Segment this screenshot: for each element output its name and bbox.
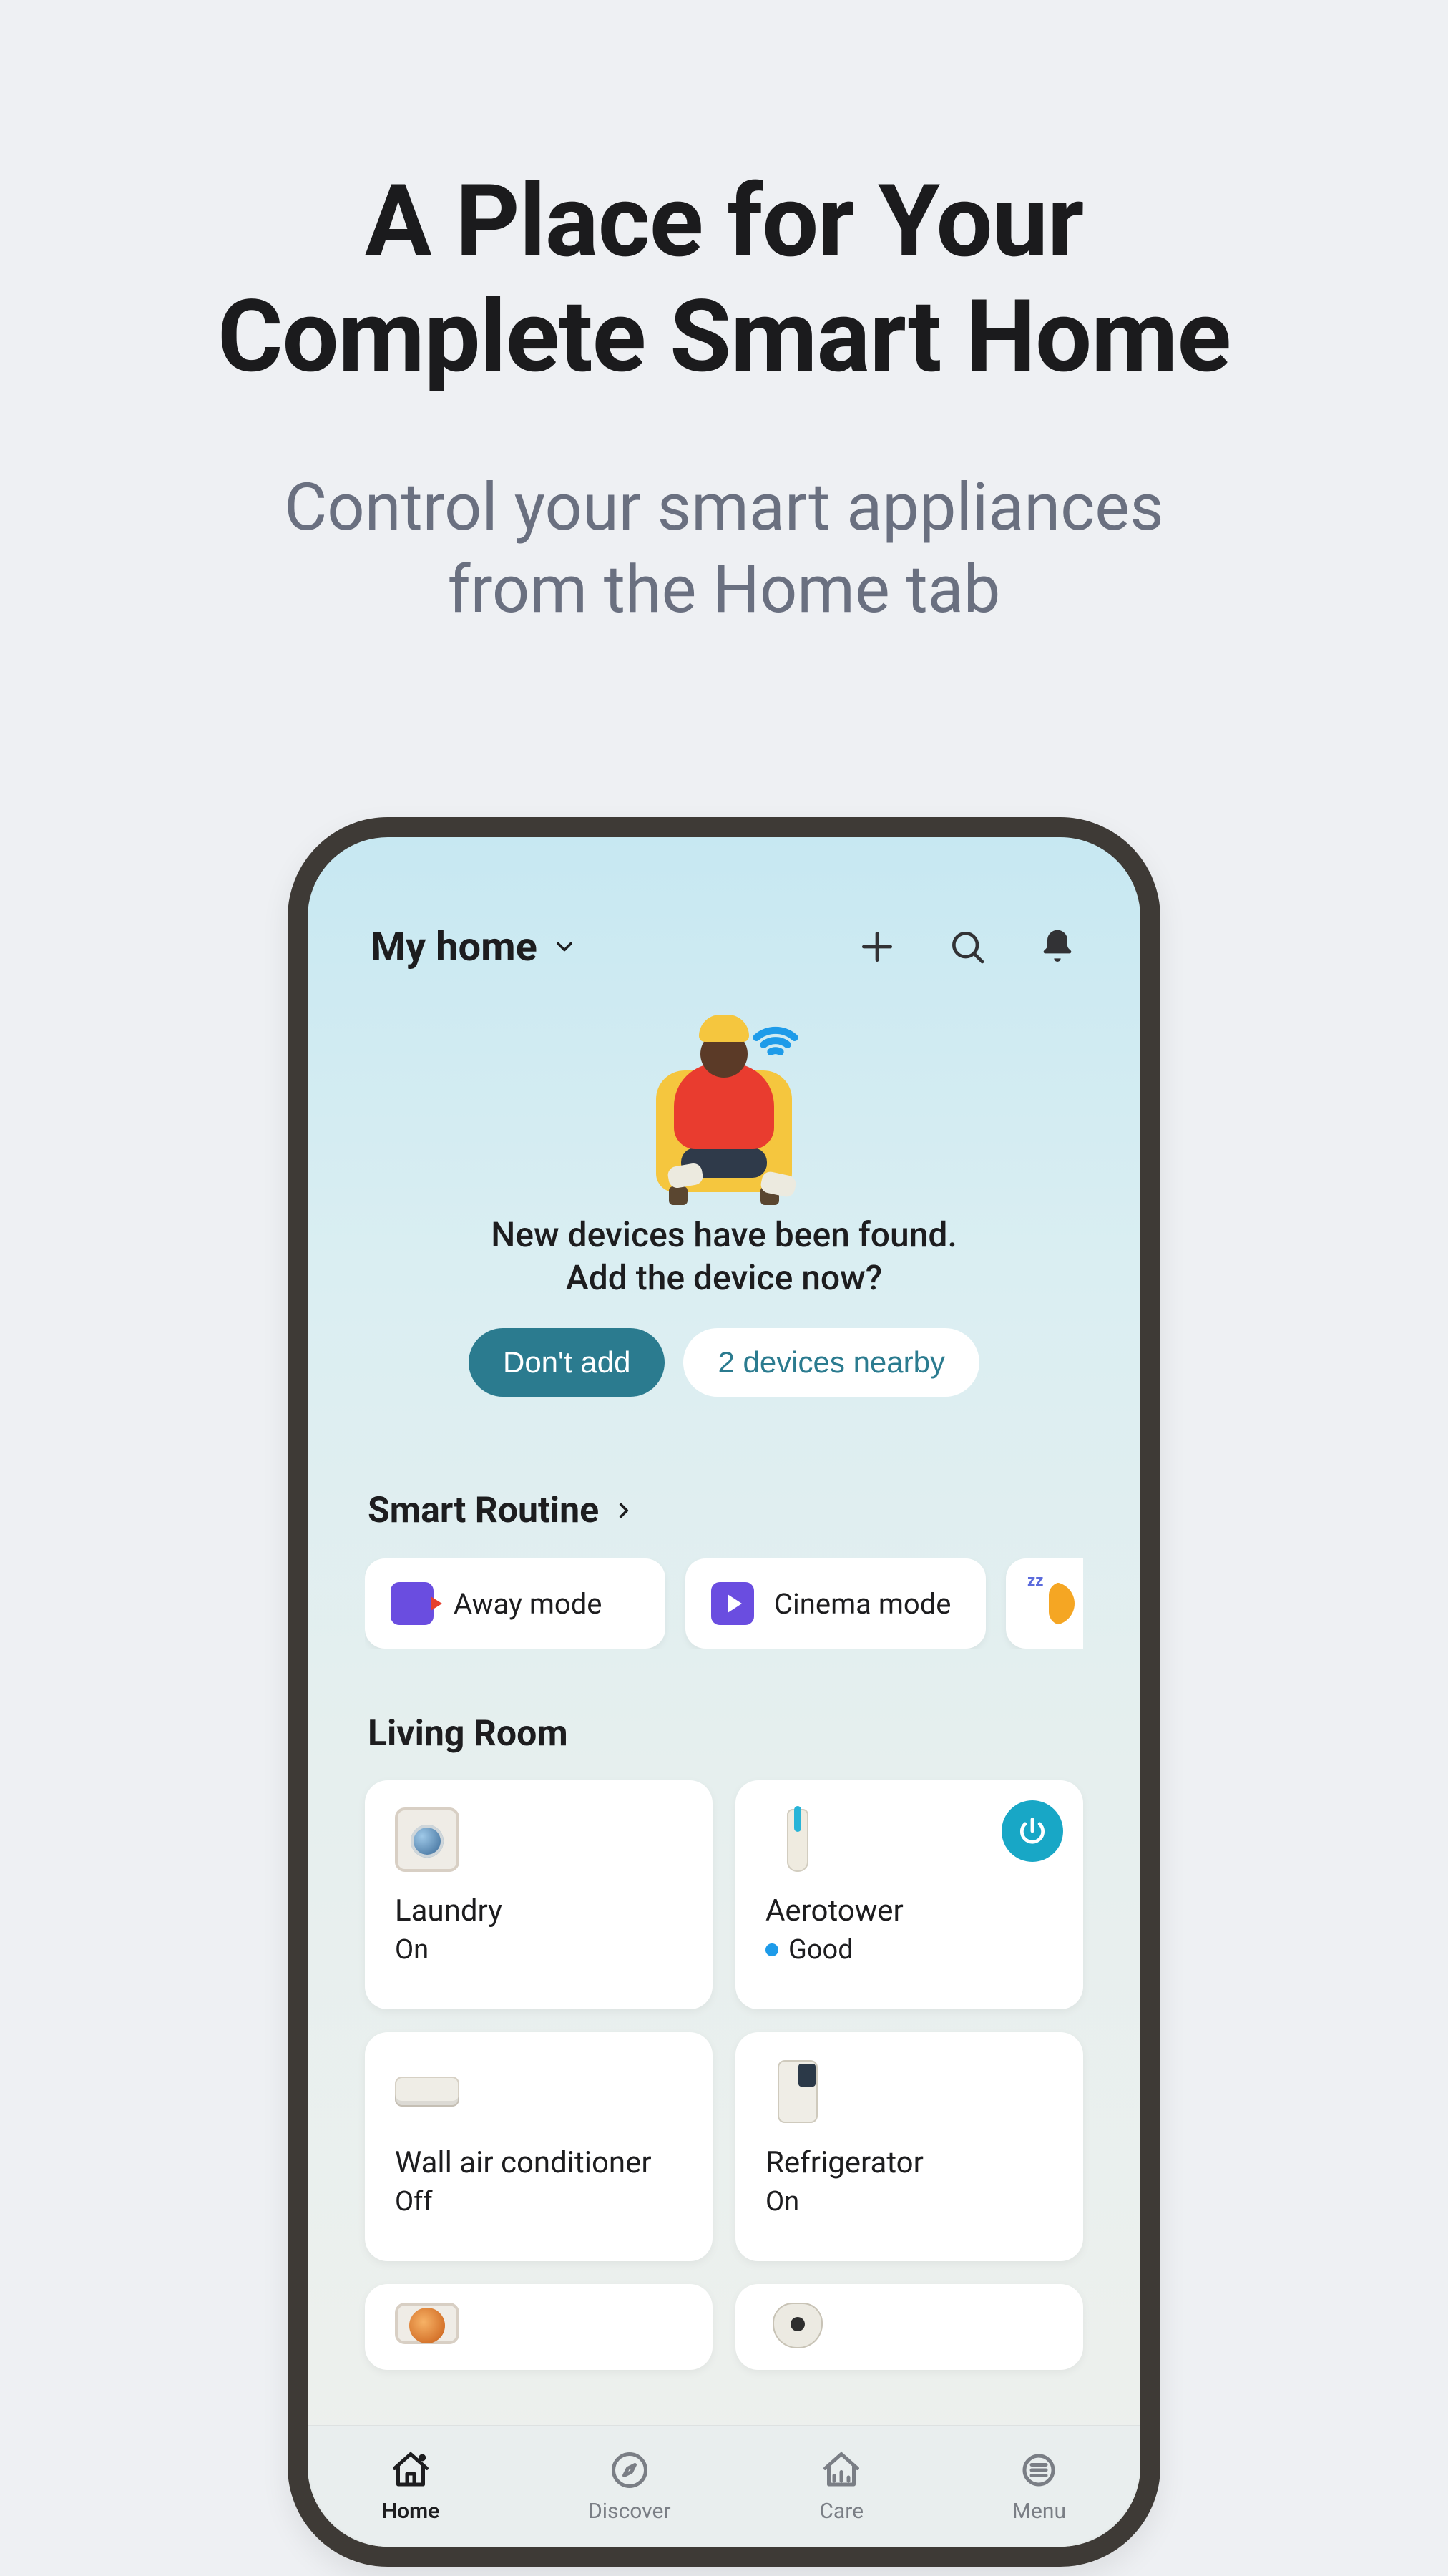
hero-line2: Add the device now? bbox=[566, 1257, 882, 1298]
routine-label: Away mode bbox=[454, 1587, 602, 1621]
device-card-partial-2[interactable] bbox=[735, 2284, 1083, 2370]
nav-label: Menu bbox=[1012, 2499, 1066, 2524]
nav-home[interactable]: Home bbox=[382, 2449, 439, 2524]
marketing-headline: A Place for Your Complete Smart Home bbox=[217, 165, 1231, 395]
device-status-text: Good bbox=[788, 1934, 853, 1966]
hero-illustration bbox=[631, 1006, 817, 1192]
device-status: Off bbox=[395, 2186, 683, 2218]
robot-icon bbox=[765, 2303, 830, 2348]
device-status: On bbox=[395, 1934, 683, 1966]
search-icon[interactable] bbox=[947, 927, 987, 967]
home-name: My home bbox=[371, 923, 537, 970]
add-icon[interactable] bbox=[857, 927, 897, 967]
devices-nearby-button[interactable]: 2 devices nearby bbox=[683, 1328, 979, 1397]
dont-add-button[interactable]: Don't add bbox=[469, 1328, 665, 1397]
routine-card-cinema[interactable]: Cinema mode bbox=[685, 1558, 986, 1649]
device-card-partial-1[interactable] bbox=[365, 2284, 713, 2370]
device-name: Laundry bbox=[395, 1893, 683, 1928]
routine-label: Cinema mode bbox=[774, 1587, 951, 1621]
hero-line1: New devices have been found. bbox=[491, 1214, 957, 1255]
chevron-down-icon bbox=[552, 934, 577, 960]
device-grid: Laundry On Aerotower Good Wa bbox=[365, 1780, 1083, 2370]
headline-line1: A Place for Your bbox=[365, 163, 1084, 280]
routine-card-sleep[interactable]: Sle bbox=[1006, 1558, 1083, 1649]
door-exit-icon bbox=[391, 1582, 434, 1625]
nav-label: Care bbox=[819, 2499, 864, 2524]
nav-label: Home bbox=[382, 2499, 439, 2524]
device-card-wall-ac[interactable]: Wall air conditioner Off bbox=[365, 2032, 713, 2261]
smart-routine-title: Smart Routine bbox=[368, 1490, 599, 1531]
device-name: Wall air conditioner bbox=[395, 2145, 683, 2180]
bell-icon[interactable] bbox=[1037, 927, 1077, 967]
marketing-subhead: Control your smart appliances from the H… bbox=[284, 467, 1163, 631]
moon-sleep-icon bbox=[1032, 1582, 1075, 1625]
app-bar: My home bbox=[365, 923, 1083, 970]
refrigerator-icon bbox=[765, 2059, 830, 2124]
routine-row: Away mode Cinema mode Sle bbox=[365, 1558, 1083, 1649]
nav-care[interactable]: Care bbox=[819, 2449, 864, 2524]
device-status: On bbox=[765, 2186, 1053, 2218]
status-dot-icon bbox=[765, 1943, 778, 1956]
device-name: Refrigerator bbox=[765, 2145, 1053, 2180]
device-name: Aerotower bbox=[765, 1893, 1053, 1928]
signal-icon bbox=[747, 1009, 804, 1066]
nav-label: Discover bbox=[588, 2499, 670, 2524]
bottom-nav: Home Discover Care bbox=[308, 2425, 1140, 2547]
hero-banner: New devices have been found. Add the dev… bbox=[365, 1006, 1083, 1397]
device-status: Good bbox=[765, 1934, 1053, 1966]
subhead-line2: from the Home tab bbox=[448, 552, 1001, 628]
nav-discover[interactable]: Discover bbox=[588, 2449, 670, 2524]
power-button[interactable] bbox=[1002, 1800, 1063, 1862]
washer-icon bbox=[395, 1807, 459, 1872]
aerotower-icon bbox=[765, 1807, 830, 1872]
device-card-laundry[interactable]: Laundry On bbox=[365, 1780, 713, 2009]
phone-mockup: My home bbox=[288, 817, 1160, 2567]
room-heading: Living Room bbox=[365, 1713, 1083, 1755]
smart-routine-heading[interactable]: Smart Routine bbox=[365, 1490, 1083, 1531]
device-card-aerotower[interactable]: Aerotower Good bbox=[735, 1780, 1083, 2009]
subhead-line1: Control your smart appliances bbox=[284, 469, 1163, 546]
wall-ac-icon bbox=[395, 2059, 459, 2124]
chevron-right-icon bbox=[612, 1498, 636, 1523]
headline-line2: Complete Smart Home bbox=[217, 278, 1231, 396]
home-selector[interactable]: My home bbox=[371, 923, 577, 970]
play-icon bbox=[711, 1582, 754, 1625]
nav-menu[interactable]: Menu bbox=[1012, 2449, 1066, 2524]
oven-icon bbox=[395, 2303, 459, 2344]
device-card-refrigerator[interactable]: Refrigerator On bbox=[735, 2032, 1083, 2261]
routine-card-away[interactable]: Away mode bbox=[365, 1558, 665, 1649]
